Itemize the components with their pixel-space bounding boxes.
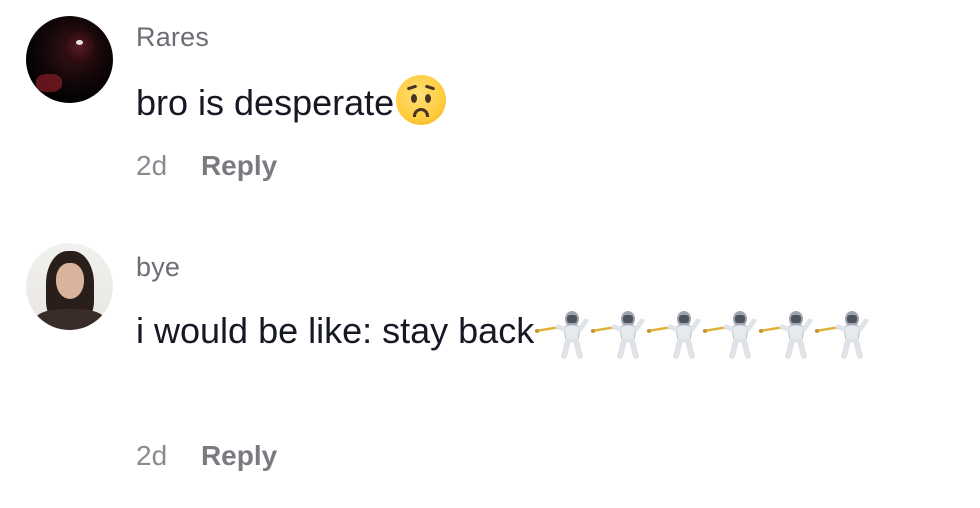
comment-timestamp: 2d [136, 440, 168, 471]
person-fencing-icon [702, 311, 757, 359]
comment-username[interactable]: bye [136, 252, 180, 283]
comment-timestamp: 2d [136, 150, 168, 181]
person-fencing-icon [590, 311, 645, 359]
avatar[interactable] [26, 243, 113, 330]
avatar[interactable] [26, 16, 113, 103]
reply-button[interactable]: Reply [201, 150, 277, 181]
reply-button[interactable]: Reply [201, 440, 277, 471]
comment-text: bro is desperate [136, 74, 936, 132]
comment-text-body: bro is desperate [136, 82, 395, 123]
comment-meta: 2d Reply [136, 150, 277, 182]
person-fencing-icon [758, 311, 813, 359]
comment-meta: 2d Reply [136, 440, 277, 472]
comment-text: i would be like: stay back [136, 302, 936, 360]
comment-username[interactable]: Rares [136, 22, 209, 53]
comment-text-body: i would be like: stay back [136, 310, 535, 351]
person-fencing-icon [814, 311, 869, 359]
person-fencing-icon [646, 311, 701, 359]
fencer-emoji-group [534, 310, 870, 359]
person-fencing-icon [534, 311, 589, 359]
worried-face-icon [396, 75, 447, 125]
